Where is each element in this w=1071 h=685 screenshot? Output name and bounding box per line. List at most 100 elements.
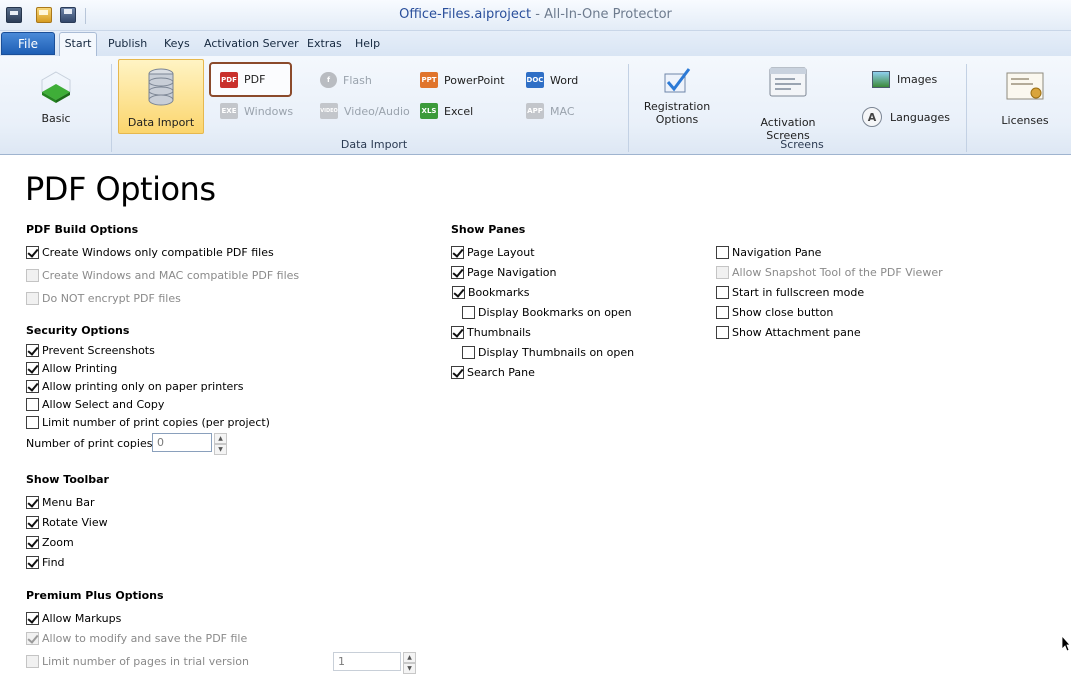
- checkbox-label: Display Bookmarks on open: [478, 305, 632, 319]
- word-format-button[interactable]: DOC Word: [526, 69, 578, 91]
- print-copies-input[interactable]: [152, 433, 212, 452]
- display-thumbnails-on-open-checkbox[interactable]: Display Thumbnails on open: [462, 344, 634, 360]
- flash-format-button[interactable]: f Flash: [320, 69, 372, 91]
- show-attachment-pane-checkbox[interactable]: Show Attachment pane: [716, 324, 861, 340]
- tab-activation-server[interactable]: Activation Server: [204, 37, 299, 50]
- xls-icon: XLS: [420, 103, 438, 119]
- limit-print-copies-checkbox[interactable]: Limit number of print copies (per projec…: [26, 414, 270, 430]
- tab-keys[interactable]: Keys: [164, 37, 190, 50]
- find-checkbox[interactable]: Find: [26, 554, 65, 570]
- checkbox-label: Page Navigation: [467, 265, 557, 279]
- ppt-icon: PPT: [420, 72, 438, 88]
- checkbox-label: Show Attachment pane: [732, 325, 861, 339]
- premium-plus-heading: Premium Plus Options: [26, 589, 164, 602]
- app-icon: APP: [526, 103, 544, 119]
- tab-start[interactable]: Start: [59, 32, 97, 57]
- page-layout-checkbox[interactable]: Page Layout: [451, 244, 535, 260]
- display-bookmarks-on-open-checkbox[interactable]: Display Bookmarks on open: [462, 304, 632, 320]
- languages-button[interactable]: A Languages: [862, 106, 950, 128]
- menu-bar-checkbox[interactable]: Menu Bar: [26, 494, 95, 510]
- database-icon: [147, 68, 175, 108]
- mac-format-button[interactable]: APP MAC: [526, 100, 575, 122]
- checkbox-label: Do NOT encrypt PDF files: [42, 291, 181, 305]
- basic-button[interactable]: Basic: [10, 66, 102, 136]
- create-windows-mac-checkbox[interactable]: Create Windows and MAC compatible PDF fi…: [26, 267, 299, 283]
- windows-label: Windows: [244, 104, 294, 118]
- limit-trial-pages-checkbox[interactable]: Limit number of pages in trial version: [26, 653, 249, 669]
- ribbon-separator: [966, 64, 967, 152]
- exe-icon: EXE: [220, 103, 238, 119]
- checkbox-label: Prevent Screenshots: [42, 343, 155, 357]
- checkbox-label: Navigation Pane: [732, 245, 822, 259]
- stepper-arrows[interactable]: ▲ ▼: [214, 433, 227, 455]
- checkbox-label: Create Windows only compatible PDF files: [42, 245, 274, 259]
- activation-screens-button[interactable]: Activation Screens: [738, 66, 838, 142]
- page-navigation-checkbox[interactable]: Page Navigation: [451, 264, 556, 280]
- tab-help[interactable]: Help: [355, 37, 380, 50]
- snapshot-tool-checkbox[interactable]: Allow Snapshot Tool of the PDF Viewer: [716, 264, 943, 280]
- licenses-button[interactable]: Licenses: [985, 72, 1065, 132]
- checkbox-label: Zoom: [42, 535, 74, 549]
- app-name: All-In-One Protector: [544, 7, 672, 22]
- paper-printers-only-checkbox[interactable]: Allow printing only on paper printers: [26, 378, 244, 394]
- registration-label-line1: Registration: [643, 100, 711, 113]
- file-menu-button[interactable]: File: [1, 32, 55, 55]
- allow-markups-checkbox[interactable]: Allow Markups: [26, 610, 121, 626]
- image-icon: [872, 70, 890, 88]
- pdf-icon: PDF: [220, 71, 238, 88]
- checkbox-label: Find: [42, 555, 65, 569]
- images-label: Images: [897, 72, 938, 86]
- checkbox-label: Bookmarks: [468, 285, 530, 299]
- search-pane-checkbox[interactable]: Search Pane: [451, 364, 535, 380]
- screens-group-label: Screens: [780, 138, 824, 151]
- checkbox-label: Rotate View: [42, 515, 108, 529]
- trial-pages-input[interactable]: [333, 652, 401, 671]
- licenses-label: Licenses: [1001, 114, 1049, 127]
- title-bar: Office-Files.aiproject - All-In-One Prot…: [0, 0, 1071, 31]
- checkbox-label: Create Windows and MAC compatible PDF fi…: [42, 268, 300, 282]
- stepper-arrows[interactable]: ▲ ▼: [403, 652, 416, 674]
- mac-label: MAC: [550, 104, 575, 118]
- bookmarks-checkbox[interactable]: Bookmarks: [452, 284, 529, 300]
- print-copies-stepper[interactable]: ▲▼: [152, 433, 227, 455]
- images-button[interactable]: Images: [872, 68, 937, 90]
- allow-select-copy-checkbox[interactable]: Allow Select and Copy: [26, 396, 164, 412]
- navigation-pane-checkbox[interactable]: Navigation Pane: [716, 244, 821, 260]
- checkbox-label: Allow Select and Copy: [42, 397, 165, 411]
- checkbox-label: Allow Snapshot Tool of the PDF Viewer: [732, 265, 943, 279]
- thumbnails-checkbox[interactable]: Thumbnails: [451, 324, 531, 340]
- windows-format-button[interactable]: EXE Windows: [220, 100, 293, 122]
- tab-extras[interactable]: Extras: [307, 37, 342, 50]
- checkbox-label: Show close button: [732, 305, 834, 319]
- checkbox-label: Menu Bar: [42, 495, 95, 509]
- video-audio-format-button[interactable]: VIDEO Video/Audio: [320, 100, 410, 122]
- prevent-screenshots-checkbox[interactable]: Prevent Screenshots: [26, 342, 155, 358]
- show-close-button-checkbox[interactable]: Show close button: [716, 304, 833, 320]
- rotate-view-checkbox[interactable]: Rotate View: [26, 514, 108, 530]
- checkbox-label: Search Pane: [467, 365, 535, 379]
- tab-publish[interactable]: Publish: [108, 37, 147, 50]
- powerpoint-format-button[interactable]: PPT PowerPoint: [420, 69, 505, 91]
- title-separator: -: [531, 7, 545, 22]
- ribbon-tabs: File Start Publish Keys Activation Serve…: [0, 31, 1071, 57]
- allow-printing-checkbox[interactable]: Allow Printing: [26, 360, 117, 376]
- fullscreen-mode-checkbox[interactable]: Start in fullscreen mode: [716, 284, 864, 300]
- registration-options-button[interactable]: Registration Options: [638, 66, 716, 132]
- do-not-encrypt-checkbox[interactable]: Do NOT encrypt PDF files: [26, 290, 181, 306]
- checkbox-label: Allow printing only on paper printers: [42, 379, 244, 393]
- language-icon: A: [862, 107, 882, 127]
- data-import-button[interactable]: Data Import: [118, 59, 204, 134]
- excel-format-button[interactable]: XLS Excel: [420, 100, 473, 122]
- pdf-format-button[interactable]: PDF PDF: [209, 62, 292, 97]
- basic-label: Basic: [41, 112, 71, 125]
- ribbon-separator: [628, 64, 629, 152]
- create-windows-only-checkbox[interactable]: Create Windows only compatible PDF files: [26, 244, 274, 260]
- languages-label: Languages: [890, 110, 951, 124]
- checkbox-label: Page Layout: [467, 245, 535, 259]
- checkbox-label: Limit number of pages in trial version: [42, 654, 249, 668]
- allow-modify-save-checkbox[interactable]: Allow to modify and save the PDF file: [26, 630, 247, 646]
- activation-screen-icon: [768, 66, 808, 102]
- checkbox-label: Allow to modify and save the PDF file: [42, 631, 248, 645]
- trial-pages-stepper[interactable]: ▲▼: [333, 652, 416, 674]
- zoom-checkbox[interactable]: Zoom: [26, 534, 74, 550]
